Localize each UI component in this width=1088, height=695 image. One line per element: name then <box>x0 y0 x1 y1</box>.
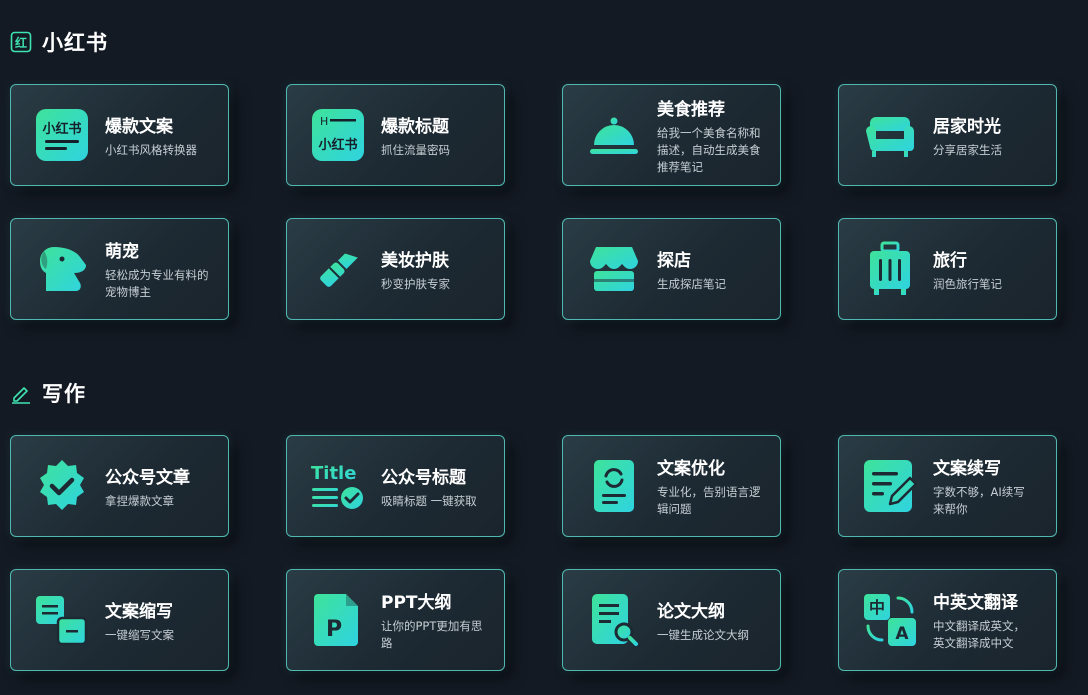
card-desc: 抓住流量密码 <box>381 142 450 157</box>
ppt-file-icon: P <box>309 591 367 649</box>
card-pets[interactable]: 萌宠 轻松成为专业有料的宠物博主 <box>10 218 229 320</box>
card-title: 论文大纲 <box>657 601 725 622</box>
card-title: 探店 <box>657 250 691 271</box>
card-desc: 生成探店笔记 <box>657 276 726 291</box>
xiaohongshu-heading-icon: H 小红书 <box>309 106 367 164</box>
document-search-icon <box>585 591 643 649</box>
lipstick-icon <box>309 240 367 298</box>
card-translation[interactable]: 中 A 中英文翻译 中文翻译成英文，英文翻译成中文 <box>838 569 1057 671</box>
card-copy-shorten[interactable]: 文案缩写 一键缩写文案 <box>10 569 229 671</box>
card-title: 萌宠 <box>105 242 139 262</box>
card-title: 旅行 <box>933 250 967 271</box>
card-title: 中英文翻译 <box>933 593 1018 613</box>
card-desc: 秒变护肤专家 <box>381 276 450 291</box>
card-title: 爆款文案 <box>105 116 173 137</box>
card-desc: 轻松成为专业有料的宠物博主 <box>105 268 209 299</box>
card-food-recommend[interactable]: 美食推荐 给我一个美食名称和描述，自动生成美食推荐笔记 <box>562 84 781 186</box>
svg-text:Title: Title <box>311 463 356 484</box>
card-title: 美食推荐 <box>657 99 725 120</box>
writing-card-grid: 公众号文章 拿捏爆款文章 Title 公众号标题 吸睛标题 一键获取 文案优化 … <box>10 435 1058 671</box>
svg-text:H: H <box>320 115 328 128</box>
card-desc: 中文翻译成英文，英文翻译成中文 <box>933 619 1025 650</box>
verified-badge-icon <box>33 457 91 515</box>
section-title: 小红书 <box>42 31 108 55</box>
card-desc: 给我一个美食名称和描述，自动生成美食推荐笔记 <box>657 125 761 174</box>
card-title: 公众号文章 <box>105 467 190 488</box>
card-desc: 拿捏爆款文章 <box>105 493 174 508</box>
sofa-icon <box>861 106 919 164</box>
section-title: 写作 <box>42 382 86 406</box>
card-wechat-article[interactable]: 公众号文章 拿捏爆款文章 <box>10 435 229 537</box>
food-cloche-icon <box>585 106 643 164</box>
card-desc: 分享居家生活 <box>933 142 1002 157</box>
card-beauty-skincare[interactable]: 美妆护肤 秒变护肤专家 <box>286 218 505 320</box>
card-copy-optimize[interactable]: 文案优化 专业化，告别语言逻辑问题 <box>562 435 781 537</box>
card-ppt-outline[interactable]: P PPT大纲 让你的PPT更加有思路 <box>286 569 505 671</box>
document-refresh-icon <box>585 457 643 515</box>
card-title: 美妆护肤 <box>381 250 449 271</box>
note-edit-icon <box>861 457 919 515</box>
xiaohongshu-logo-icon: 小红书 <box>33 106 91 164</box>
translate-icon: 中 A <box>861 591 919 649</box>
card-copy-continue[interactable]: 文案续写 字数不够，AI续写来帮你 <box>838 435 1057 537</box>
card-title: 文案续写 <box>933 459 1001 479</box>
dog-icon <box>33 240 91 298</box>
card-desc: 吸睛标题 一键获取 <box>381 493 477 508</box>
card-desc: 一键生成论文大纲 <box>657 627 749 642</box>
card-title: 公众号标题 <box>381 467 466 488</box>
svg-text:红: 红 <box>15 35 27 50</box>
card-title: PPT大纲 <box>381 593 452 613</box>
svg-text:中: 中 <box>869 598 885 617</box>
svg-text:P: P <box>326 617 342 642</box>
card-wechat-title[interactable]: Title 公众号标题 吸睛标题 一键获取 <box>286 435 505 537</box>
svg-text:小红书: 小红书 <box>318 137 357 153</box>
text-collapse-icon <box>33 591 91 649</box>
card-viral-title[interactable]: H 小红书 爆款标题 抓住流量密码 <box>286 84 505 186</box>
svg-text:A: A <box>895 624 909 644</box>
card-travel[interactable]: 旅行 润色旅行笔记 <box>838 218 1057 320</box>
xiaohongshu-card-grid: 小红书 爆款文案 小红书风格转换器 H 小红书 爆款标题 抓住流量密码 美食推荐… <box>10 84 1058 320</box>
card-desc: 一键缩写文案 <box>105 627 174 642</box>
card-viral-copy[interactable]: 小红书 爆款文案 小红书风格转换器 <box>10 84 229 186</box>
card-title: 居家时光 <box>933 116 1001 137</box>
storefront-icon <box>585 240 643 298</box>
luggage-icon <box>861 240 919 298</box>
xiaohongshu-badge-icon: 红 <box>10 31 32 53</box>
card-store-visit[interactable]: 探店 生成探店笔记 <box>562 218 781 320</box>
section-header-xiaohongshu: 红 小红书 <box>10 27 108 57</box>
card-desc: 润色旅行笔记 <box>933 276 1002 291</box>
pen-icon <box>10 382 32 404</box>
svg-text:小红书: 小红书 <box>42 121 81 137</box>
card-desc: 字数不够，AI续写来帮你 <box>933 485 1025 516</box>
section-header-writing: 写作 <box>10 378 86 408</box>
title-check-icon: Title <box>309 457 367 515</box>
card-desc: 专业化，告别语言逻辑问题 <box>657 485 761 516</box>
card-thesis-outline[interactable]: 论文大纲 一键生成论文大纲 <box>562 569 781 671</box>
card-title: 文案缩写 <box>105 601 173 622</box>
card-desc: 让你的PPT更加有思路 <box>381 619 483 650</box>
card-home-life[interactable]: 居家时光 分享居家生活 <box>838 84 1057 186</box>
card-desc: 小红书风格转换器 <box>105 142 197 157</box>
card-title: 爆款标题 <box>381 116 449 137</box>
card-title: 文案优化 <box>657 459 725 479</box>
